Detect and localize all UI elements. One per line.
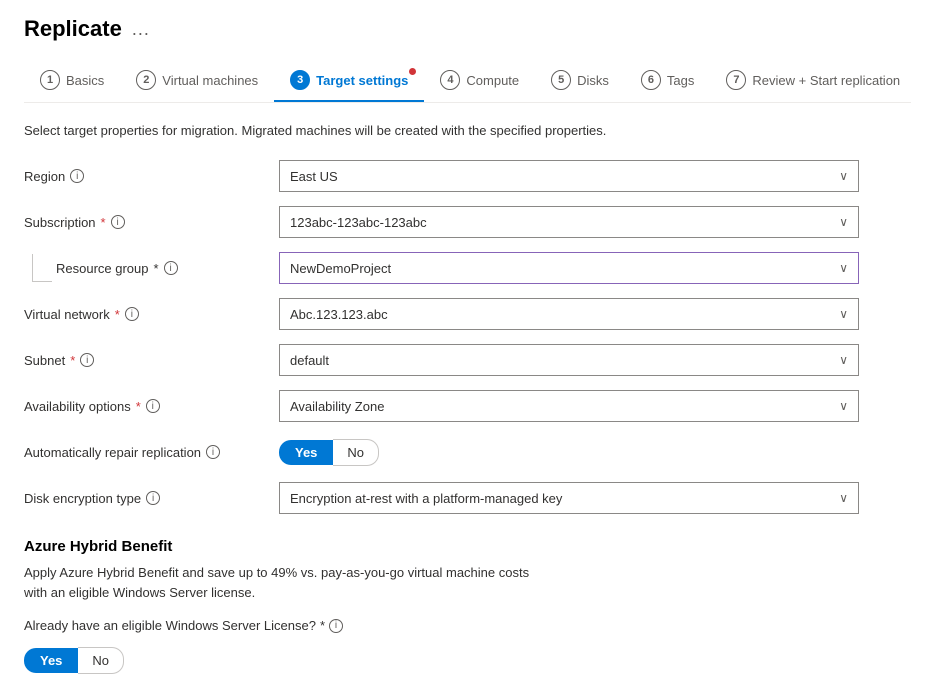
hybrid-question-label: Already have an eligible Windows Server … xyxy=(24,618,343,633)
step-label-basics: Basics xyxy=(66,73,104,88)
availability-chevron-icon: ∨ xyxy=(839,399,848,413)
step-disks[interactable]: 5 Disks xyxy=(535,62,625,102)
resource-group-chevron-icon: ∨ xyxy=(839,261,848,275)
region-label: Region i xyxy=(24,169,279,184)
step-label-vms: Virtual machines xyxy=(162,73,258,88)
hybrid-no-button[interactable]: No xyxy=(78,647,124,674)
availability-required: * xyxy=(136,399,141,414)
repair-toggle: Yes No xyxy=(279,439,859,466)
step-label-tags: Tags xyxy=(667,73,694,88)
virtual-network-control: Abc.123.123.abc ∨ xyxy=(279,298,859,330)
disk-encryption-chevron-icon: ∨ xyxy=(839,491,848,505)
region-row: Region i East US ∨ xyxy=(24,160,911,192)
step-number-compute: 4 xyxy=(440,70,460,90)
availability-dropdown[interactable]: Availability Zone ∨ xyxy=(279,390,859,422)
step-number-target: 3 xyxy=(290,70,310,90)
region-info-icon[interactable]: i xyxy=(70,169,84,183)
subnet-chevron-icon: ∨ xyxy=(839,353,848,367)
hybrid-description: Apply Azure Hybrid Benefit and save up t… xyxy=(24,563,911,602)
resource-group-value: NewDemoProject xyxy=(290,261,391,276)
subnet-required: * xyxy=(70,353,75,368)
disk-encryption-control: Encryption at-rest with a platform-manag… xyxy=(279,482,859,514)
availability-label: Availability options * i xyxy=(24,399,279,414)
page-title: Replicate xyxy=(24,16,122,42)
step-dot-target xyxy=(409,68,416,75)
hybrid-yes-button[interactable]: Yes xyxy=(24,648,78,673)
subscription-row: Subscription * i 123abc-123abc-123abc ∨ xyxy=(24,206,911,238)
resource-group-label: Resource group * i xyxy=(56,261,278,276)
availability-info-icon[interactable]: i xyxy=(146,399,160,413)
step-tags[interactable]: 6 Tags xyxy=(625,62,710,102)
subscription-chevron-icon: ∨ xyxy=(839,215,848,229)
subscription-label: Subscription * i xyxy=(24,215,279,230)
step-basics[interactable]: 1 Basics xyxy=(24,62,120,102)
repair-no-button[interactable]: No xyxy=(333,439,379,466)
disk-encryption-row: Disk encryption type i Encryption at-res… xyxy=(24,482,911,514)
form-description: Select target properties for migration. … xyxy=(24,123,911,138)
subnet-dropdown[interactable]: default ∨ xyxy=(279,344,859,376)
resource-group-indent xyxy=(32,254,52,282)
repair-yes-button[interactable]: Yes xyxy=(279,440,333,465)
step-virtual-machines[interactable]: 2 Virtual machines xyxy=(120,62,274,102)
repair-label: Automatically repair replication i xyxy=(24,445,279,460)
step-label-compute: Compute xyxy=(466,73,519,88)
virtual-network-row: Virtual network * i Abc.123.123.abc ∨ xyxy=(24,298,911,330)
subscription-control: 123abc-123abc-123abc ∨ xyxy=(279,206,859,238)
repair-control: Yes No xyxy=(279,439,859,466)
virtual-network-chevron-icon: ∨ xyxy=(839,307,848,321)
step-review[interactable]: 7 Review + Start replication xyxy=(710,62,916,102)
repair-info-icon[interactable]: i xyxy=(206,445,220,459)
subnet-label: Subnet * i xyxy=(24,353,279,368)
region-dropdown[interactable]: East US ∨ xyxy=(279,160,859,192)
disk-encryption-info-icon[interactable]: i xyxy=(146,491,160,505)
availability-row: Availability options * i Availability Zo… xyxy=(24,390,911,422)
region-control: East US ∨ xyxy=(279,160,859,192)
region-value: East US xyxy=(290,169,338,184)
subnet-info-icon[interactable]: i xyxy=(80,353,94,367)
subnet-value: default xyxy=(290,353,329,368)
step-number-disks: 5 xyxy=(551,70,571,90)
subnet-row: Subnet * i default ∨ xyxy=(24,344,911,376)
wizard-steps: 1 Basics 2 Virtual machines 3 Target set… xyxy=(24,62,911,103)
subscription-required: * xyxy=(101,215,106,230)
disk-encryption-label: Disk encryption type i xyxy=(24,491,279,506)
hybrid-info-icon[interactable]: i xyxy=(329,619,343,633)
availability-value: Availability Zone xyxy=(290,399,384,414)
resource-group-row: Resource group * i NewDemoProject ∨ xyxy=(24,252,911,284)
virtual-network-required: * xyxy=(115,307,120,322)
availability-control: Availability Zone ∨ xyxy=(279,390,859,422)
ellipsis-menu[interactable]: ... xyxy=(132,19,150,40)
subscription-dropdown[interactable]: 123abc-123abc-123abc ∨ xyxy=(279,206,859,238)
virtual-network-info-icon[interactable]: i xyxy=(125,307,139,321)
step-target-settings[interactable]: 3 Target settings xyxy=(274,62,424,102)
subnet-control: default ∨ xyxy=(279,344,859,376)
step-label-disks: Disks xyxy=(577,73,609,88)
subscription-value: 123abc-123abc-123abc xyxy=(290,215,427,230)
subscription-info-icon[interactable]: i xyxy=(111,215,125,229)
step-number-basics: 1 xyxy=(40,70,60,90)
step-label-target: Target settings xyxy=(316,73,408,88)
virtual-network-dropdown[interactable]: Abc.123.123.abc ∨ xyxy=(279,298,859,330)
step-number-tags: 6 xyxy=(641,70,661,90)
hybrid-required: * xyxy=(320,618,325,633)
step-compute[interactable]: 4 Compute xyxy=(424,62,535,102)
virtual-network-label: Virtual network * i xyxy=(24,307,279,322)
resource-group-dropdown[interactable]: NewDemoProject ∨ xyxy=(279,252,859,284)
disk-encryption-value: Encryption at-rest with a platform-manag… xyxy=(290,491,562,506)
disk-encryption-dropdown[interactable]: Encryption at-rest with a platform-manag… xyxy=(279,482,859,514)
step-number-review: 7 xyxy=(726,70,746,90)
resource-group-required: * xyxy=(154,261,159,276)
resource-group-control: NewDemoProject ∨ xyxy=(279,252,859,284)
hybrid-toggle: Yes No xyxy=(24,647,911,674)
region-chevron-icon: ∨ xyxy=(839,169,848,183)
hybrid-section-title: Azure Hybrid Benefit xyxy=(24,538,911,555)
resource-group-info-icon[interactable]: i xyxy=(164,261,178,275)
virtual-network-value: Abc.123.123.abc xyxy=(290,307,388,322)
step-number-vms: 2 xyxy=(136,70,156,90)
step-label-review: Review + Start replication xyxy=(752,73,900,88)
target-settings-form: Region i East US ∨ Subscription * i 123a… xyxy=(24,160,911,514)
hybrid-question-row: Already have an eligible Windows Server … xyxy=(24,618,911,633)
repair-row: Automatically repair replication i Yes N… xyxy=(24,436,911,468)
